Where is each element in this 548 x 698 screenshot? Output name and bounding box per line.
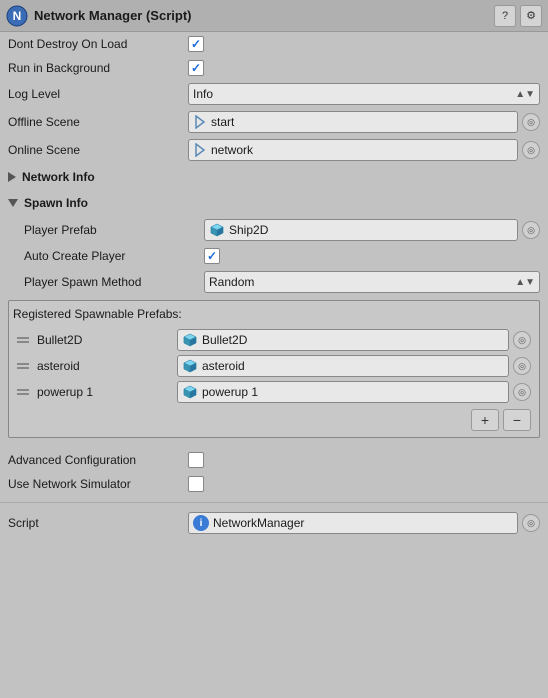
network-info-triangle (8, 172, 16, 182)
run-background-checkbox[interactable] (188, 60, 204, 76)
svg-text:N: N (13, 9, 22, 23)
offline-scene-field[interactable]: start (188, 111, 518, 133)
component-header: N Network Manager (Script) ? ⚙ (0, 0, 548, 32)
script-picker[interactable]: ◎ (522, 514, 540, 532)
add-remove-row: + − (13, 405, 535, 433)
drag-handle-icon (17, 389, 29, 395)
online-scene-row: Online Scene network ◎ (0, 136, 548, 164)
network-info-label: Network Info (22, 170, 95, 184)
dont-destroy-label: Dont Destroy On Load (8, 37, 188, 51)
online-scene-value: network (211, 143, 253, 157)
spawn-info-header[interactable]: Spawn Info (0, 190, 548, 216)
spawnable-name: asteroid (37, 359, 177, 373)
spawnable-object-field[interactable]: asteroid (177, 355, 509, 377)
auto-create-label: Auto Create Player (24, 249, 204, 263)
online-scene-label: Online Scene (8, 143, 188, 157)
spawn-info-label: Spawn Info (24, 196, 88, 210)
online-scene-field[interactable]: network (188, 139, 518, 161)
log-level-label: Log Level (8, 87, 188, 101)
offline-scene-label: Offline Scene (8, 115, 188, 129)
network-info-header[interactable]: Network Info (0, 164, 548, 190)
offline-scene-picker[interactable]: ◎ (522, 113, 540, 131)
player-prefab-row: Player Prefab Ship2D ◎ (0, 216, 548, 244)
script-field[interactable]: i NetworkManager (188, 512, 518, 534)
spawnable-object-field[interactable]: Bullet2D (177, 329, 509, 351)
dont-destroy-checkbox[interactable] (188, 36, 204, 52)
script-value: NetworkManager (213, 516, 304, 530)
spawnable-name: powerup 1 (37, 385, 177, 399)
drag-handle-icon (17, 363, 29, 369)
spawnable-picker[interactable]: ◎ (513, 383, 531, 401)
component-icon: N (6, 5, 28, 27)
remove-spawnable-button[interactable]: − (503, 409, 531, 431)
auto-create-row: Auto Create Player (0, 244, 548, 268)
spawnable-value: powerup 1 (202, 385, 258, 399)
auto-create-checkbox[interactable] (204, 248, 220, 264)
spawnable-picker[interactable]: ◎ (513, 331, 531, 349)
settings-button[interactable]: ⚙ (520, 5, 542, 27)
run-background-label: Run in Background (8, 61, 188, 75)
spawnable-item: powerup 1 powerup 1 ◎ (13, 379, 535, 405)
log-level-row: Log Level Info ▲▼ (0, 80, 548, 108)
spawnable-item: asteroid asteroid ◎ (13, 353, 535, 379)
spawn-method-label: Player Spawn Method (24, 275, 204, 289)
log-level-arrow: ▲▼ (515, 89, 535, 100)
spawnable-field: Bullet2D ◎ (177, 329, 531, 351)
spawnable-picker[interactable]: ◎ (513, 357, 531, 375)
online-scene-icon (193, 143, 207, 157)
component-title: Network Manager (Script) (34, 8, 494, 23)
dont-destroy-row: Dont Destroy On Load (0, 32, 548, 56)
online-scene-picker[interactable]: ◎ (522, 141, 540, 159)
player-prefab-picker[interactable]: ◎ (522, 221, 540, 239)
network-sim-label: Use Network Simulator (8, 477, 188, 491)
script-label: Script (8, 516, 188, 530)
scene-icon (193, 115, 207, 129)
spawnable-field: asteroid ◎ (177, 355, 531, 377)
spawn-method-select[interactable]: Random ▲▼ (204, 271, 540, 293)
advanced-config-checkbox[interactable] (188, 452, 204, 468)
run-background-row: Run in Background (0, 56, 548, 80)
spawnable-prefabs-box: Registered Spawnable Prefabs: Bullet2D B… (8, 300, 540, 438)
spawnable-title: Registered Spawnable Prefabs: (13, 305, 535, 323)
log-level-select[interactable]: Info ▲▼ (188, 83, 540, 105)
spawnable-item: Bullet2D Bullet2D ◎ (13, 327, 535, 353)
offline-scene-value: start (211, 115, 234, 129)
spawn-info-triangle (8, 199, 18, 207)
player-prefab-value: Ship2D (229, 223, 268, 237)
spawn-method-row: Player Spawn Method Random ▲▼ (0, 268, 548, 296)
spawnable-value: Bullet2D (202, 333, 247, 347)
script-row: Script i NetworkManager ◎ (0, 509, 548, 537)
spawnable-name: Bullet2D (37, 333, 177, 347)
network-sim-checkbox[interactable] (188, 476, 204, 492)
player-prefab-field[interactable]: Ship2D (204, 219, 518, 241)
spawnable-value: asteroid (202, 359, 245, 373)
help-button[interactable]: ? (494, 5, 516, 27)
network-sim-row: Use Network Simulator (0, 472, 548, 496)
player-prefab-label: Player Prefab (24, 223, 204, 237)
script-info-icon: i (193, 515, 209, 531)
spawn-method-value: Random (209, 275, 254, 289)
drag-handle-icon (17, 337, 29, 343)
advanced-config-label: Advanced Configuration (8, 453, 188, 467)
inspector-panel: N Network Manager (Script) ? ⚙ Dont Dest… (0, 0, 548, 537)
spawn-method-arrow: ▲▼ (515, 277, 535, 288)
offline-scene-row: Offline Scene start ◎ (0, 108, 548, 136)
log-level-value: Info (193, 87, 213, 101)
advanced-config-row: Advanced Configuration (0, 448, 548, 472)
add-spawnable-button[interactable]: + (471, 409, 499, 431)
spawnable-field: powerup 1 ◎ (177, 381, 531, 403)
spawnable-object-field[interactable]: powerup 1 (177, 381, 509, 403)
